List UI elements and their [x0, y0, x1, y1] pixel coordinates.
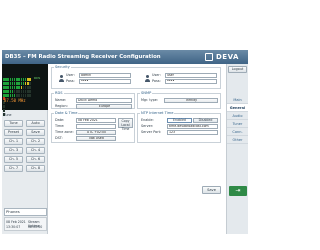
- ntp-server-input[interactable]: time.devabroadcast.com: [167, 124, 218, 129]
- time-input[interactable]: [76, 124, 116, 129]
- preset-ch1-button[interactable]: Ch. 1: [4, 138, 23, 145]
- meter-segment: [29, 90, 31, 93]
- save-button[interactable]: Save: [202, 186, 221, 194]
- tune-row: Tune: [4, 112, 46, 118]
- admin-pass-input[interactable]: ••••: [79, 79, 131, 84]
- snmp-group: SNMP Mgr. type: Infinity: [137, 91, 221, 109]
- rds-indicator: RDS: [34, 76, 41, 80]
- date-time-legend: Date & Time: [55, 111, 78, 115]
- meter-segment: [3, 105, 5, 108]
- left-button-3[interactable]: Preset: [4, 129, 23, 136]
- ntp-legend: NTP Internet Time: [141, 111, 174, 115]
- logo-icon: [205, 53, 213, 61]
- timezone-select[interactable]: UTC +02:00: [76, 130, 116, 135]
- preset-ch3-button[interactable]: Ch. 3: [4, 147, 23, 154]
- left-button-1[interactable]: Tune: [4, 120, 23, 127]
- preset-ch6-button[interactable]: Ch. 6: [26, 156, 45, 163]
- window-title: DB35 – FM Radio Streaming Receiver Confi…: [5, 54, 161, 60]
- left-button-4[interactable]: Save: [26, 129, 45, 136]
- preset-ch2-button[interactable]: Ch. 2: [26, 138, 45, 145]
- date-input[interactable]: 08 Feb 2021: [76, 118, 116, 123]
- left-panel: RDS 87.50 MHz Tune Tune Auto Preset Save…: [2, 64, 48, 234]
- snmp-legend: SNMP: [141, 91, 152, 95]
- menu-item-main[interactable]: Main: [227, 96, 248, 104]
- time-label: Time:: [55, 124, 65, 128]
- phones-label: Phones: [6, 209, 20, 214]
- user-pass-label: Pass:: [152, 79, 161, 83]
- timezone-label: Time zone:: [55, 130, 74, 134]
- status-time: 13:30:07: [6, 225, 21, 229]
- menu-item-tuner[interactable]: Tuner: [227, 120, 248, 128]
- admin-user-icon: [58, 75, 64, 82]
- snmp-mgr-label: Mgr. type:: [141, 98, 159, 102]
- ntp-port-input[interactable]: 123: [167, 130, 218, 135]
- user-pass-input[interactable]: ••••: [165, 79, 217, 84]
- left-button-2[interactable]: Auto: [26, 120, 45, 127]
- rds-name-input[interactable]: DB35 Demo: [76, 98, 132, 103]
- menu-item-other[interactable]: Other: [227, 136, 248, 144]
- exit-button[interactable]: ⇥: [229, 186, 247, 196]
- logo-text: DEVA: [216, 53, 239, 61]
- status-bar: 08 Feb 2021 13:30:07 Stream Uptime 00:00…: [4, 217, 47, 231]
- frequency-readout: 87.50 MHz: [4, 98, 26, 103]
- security-legend: Security: [55, 65, 70, 69]
- menu-item-audio[interactable]: Audio: [227, 112, 248, 120]
- audio-level-meter: RDS 87.50 MHz: [2, 64, 48, 116]
- preset-ch7-button[interactable]: Ch. 7: [4, 165, 23, 172]
- security-group: Security User: admin Pass: •••• User: us…: [51, 65, 221, 89]
- phones-select[interactable]: Phones: [4, 208, 47, 216]
- admin-pass-label: Pass:: [66, 79, 75, 83]
- menu-item-conn[interactable]: Conn.: [227, 128, 248, 136]
- ntp-group: NTP Internet Time Enable: Enabled Disabl…: [137, 111, 221, 143]
- rds-legend: RDS: [55, 91, 63, 95]
- menu-item-general[interactable]: General: [227, 104, 248, 112]
- preset-ch8-button[interactable]: Ch. 8: [26, 165, 45, 172]
- rds-region-select[interactable]: Europe: [76, 104, 132, 109]
- ntp-enable-label: Enable:: [141, 118, 154, 122]
- user-input[interactable]: user: [165, 73, 217, 78]
- tune-label: Tune: [4, 113, 12, 117]
- exit-icon: ⇥: [235, 187, 241, 194]
- user-icon: [144, 75, 150, 82]
- admin-user-input[interactable]: admin: [79, 73, 131, 78]
- ntp-disabled-toggle[interactable]: Disabled: [193, 118, 218, 123]
- deva-logo: DEVA: [205, 52, 245, 62]
- preset-ch4-button[interactable]: Ch. 4: [26, 147, 45, 154]
- rds-group: RDS Name: DB35 Demo Region: Europe: [51, 91, 135, 109]
- app-window: DB35 – FM Radio Streaming Receiver Confi…: [0, 0, 250, 250]
- dst-select[interactable]: Not Used: [76, 136, 116, 141]
- rds-region-label: Region:: [55, 104, 68, 108]
- user-label: User:: [152, 73, 161, 77]
- meter-bar-mpx: [3, 74, 33, 108]
- preset-ch5-button[interactable]: Ch. 5: [4, 156, 23, 163]
- status-date: 08 Feb 2021: [6, 220, 26, 224]
- ntp-enabled-toggle[interactable]: Enabled: [167, 118, 192, 123]
- snmp-mgr-select[interactable]: Infinity: [164, 98, 218, 103]
- dst-label: DST:: [55, 136, 63, 140]
- general-settings-panel: Security User: admin Pass: •••• User: us…: [49, 64, 225, 234]
- right-menu: Logout Main General Audio Tuner Conn. Ot…: [226, 64, 248, 234]
- date-time-group: Date & Time Date: 08 Feb 2021 Copy Local…: [51, 111, 135, 143]
- logout-button[interactable]: Logout: [228, 66, 247, 73]
- copy-local-time-button[interactable]: Copy Local Time: [118, 118, 133, 131]
- date-label: Date:: [55, 118, 65, 122]
- admin-user-label: User:: [66, 73, 75, 77]
- meter-segment: [29, 86, 31, 89]
- ntp-server-label: Server:: [141, 124, 154, 128]
- title-bar: DB35 – FM Radio Streaming Receiver Confi…: [2, 50, 248, 64]
- rds-name-label: Name:: [55, 98, 67, 102]
- meter-bar-l: [3, 66, 33, 100]
- meter-bar-rds: [3, 78, 33, 112]
- meter-segment: [29, 94, 31, 97]
- meter-bar-r: [3, 70, 33, 104]
- meter-bar-pilot: [3, 82, 33, 116]
- stream-uptime-value: 00:00:00: [28, 225, 43, 229]
- ntp-port-label: Server Port:: [141, 130, 162, 134]
